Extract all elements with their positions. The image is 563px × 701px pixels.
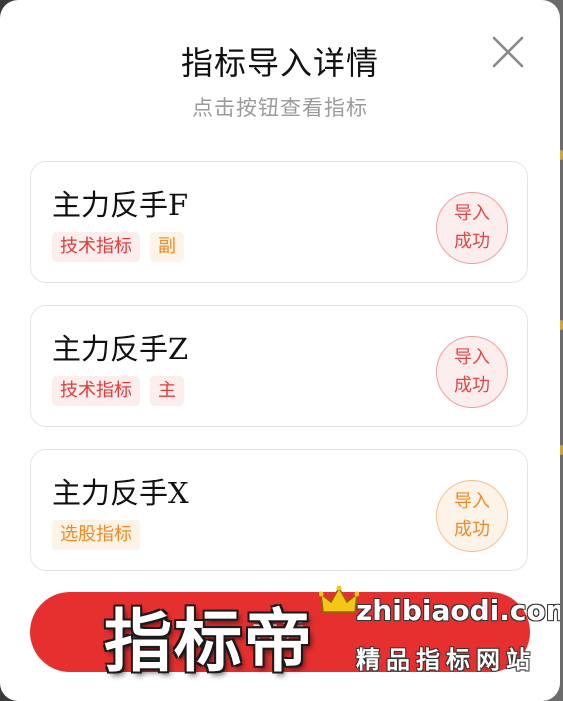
status-text-line1: 导入 [454, 347, 490, 368]
status-text-line2: 成功 [454, 231, 490, 252]
view-button-label: 查看 [251, 620, 308, 650]
indicator-tags: 选股指标 [52, 520, 140, 550]
indicator-position-tag: 副 [150, 232, 184, 262]
indicator-tags: 技术指标 主 [52, 376, 184, 406]
indicator-card[interactable]: 主力反手Z 技术指标 主 导入 成功 [30, 305, 528, 427]
indicator-name: 主力反手X [52, 476, 189, 510]
indicator-name: 主力反手Z [52, 332, 189, 366]
indicator-name: 主力反手F [52, 188, 189, 222]
indicator-type-tag: 技术指标 [52, 376, 140, 406]
import-details-dialog: 指标导入详情 点击按钮查看指标 主力反手F 技术指标 副 导入 成功 主力反手Z… [0, 0, 560, 701]
import-status-badge: 导入 成功 [436, 192, 508, 264]
dialog-subtitle: 点击按钮查看指标 [192, 96, 368, 120]
status-text-line1: 导入 [454, 203, 490, 224]
close-button[interactable] [490, 34, 526, 70]
dialog-title: 指标导入详情 [180, 44, 379, 82]
import-status-badge: 导入 成功 [436, 480, 508, 552]
status-text-line1: 导入 [454, 491, 490, 512]
status-text-line2: 成功 [454, 519, 490, 540]
import-status-badge: 导入 成功 [436, 336, 508, 408]
view-indicator-button[interactable]: 查看 [30, 592, 530, 672]
indicator-card[interactable]: 主力反手X 选股指标 导入 成功 [30, 449, 528, 571]
indicator-type-tag: 选股指标 [52, 520, 140, 550]
close-icon [492, 36, 524, 68]
indicator-tags: 技术指标 副 [52, 232, 184, 262]
status-text-line2: 成功 [454, 375, 490, 396]
indicator-position-tag: 主 [150, 376, 184, 406]
indicator-card[interactable]: 主力反手F 技术指标 副 导入 成功 [30, 161, 528, 283]
indicator-type-tag: 技术指标 [52, 232, 140, 262]
